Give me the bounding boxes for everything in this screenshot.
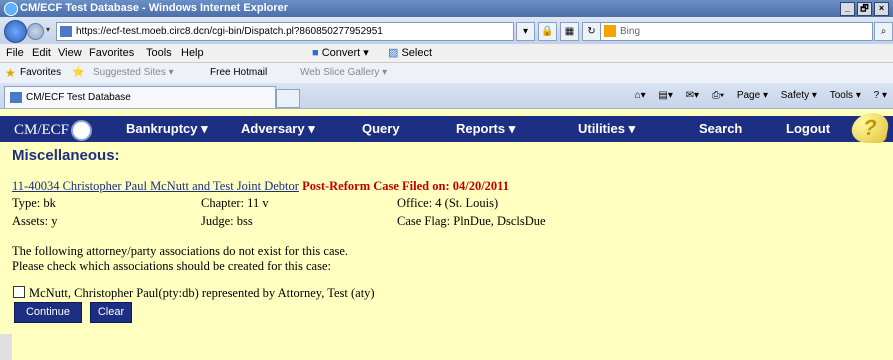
address-field[interactable]: https://ecf-test.moeb.circ8.dcn/cgi-bin/… xyxy=(56,22,514,41)
lock-icon[interactable]: 🔒 xyxy=(538,22,557,41)
history-dropdown-icon[interactable]: ▾ xyxy=(46,25,50,34)
menu-tools[interactable]: Tools xyxy=(146,44,172,62)
menu-search[interactable]: Search xyxy=(699,116,742,142)
home-icon[interactable]: ⌂▾ xyxy=(635,90,646,101)
site-favicon-icon xyxy=(60,26,72,37)
clear-button[interactable]: Clear xyxy=(90,302,132,323)
case-office: Office: 4 (St. Louis) xyxy=(397,196,499,210)
menu-logout[interactable]: Logout xyxy=(786,116,830,142)
menu-utilities[interactable]: Utilities ▾ xyxy=(578,116,635,142)
left-edge-strip xyxy=(0,334,12,360)
menu-favorites[interactable]: Favorites xyxy=(89,44,134,62)
select-icon: ▨ xyxy=(388,47,402,59)
menu-adversary[interactable]: Adversary ▾ xyxy=(241,116,315,142)
tab-title: CM/ECF Test Database xyxy=(26,92,131,103)
favorites-bar: ★ Favorites ⭐ Suggested Sites ▾ Free Hot… xyxy=(0,63,893,83)
case-number-link[interactable]: 11-40034 Christopher Paul McNutt and Tes… xyxy=(12,179,299,193)
tools-menu[interactable]: Tools ▾ xyxy=(830,90,861,101)
compatibility-icon[interactable]: ▦ xyxy=(560,22,579,41)
window-title-bar: CM/ECF Test Database - Windows Internet … xyxy=(0,0,893,17)
window-title: CM/ECF Test Database - Windows Internet … xyxy=(20,2,289,14)
suggested-sites-link[interactable]: Suggested Sites ▾ xyxy=(93,63,174,83)
association-checkbox[interactable] xyxy=(13,286,25,298)
continue-button[interactable]: Continue xyxy=(14,302,82,323)
search-field[interactable]: Bing xyxy=(600,22,873,41)
feeds-icon[interactable]: ▤▾ xyxy=(658,90,672,101)
maximize-button[interactable]: 🗗 xyxy=(857,2,872,16)
association-label: McNutt, Christopher Paul(pty:db) represe… xyxy=(29,286,375,300)
select-button[interactable]: ▨ Select xyxy=(388,44,432,62)
back-button[interactable] xyxy=(4,20,27,43)
menu-file[interactable]: File xyxy=(6,44,24,62)
menu-reports[interactable]: Reports ▾ xyxy=(456,116,515,142)
menu-bar: File Edit View Favorites Tools Help ■ Co… xyxy=(0,44,893,63)
tab-cmecf[interactable]: CM/ECF Test Database xyxy=(4,86,276,108)
message-line-1: The following attorney/party association… xyxy=(12,244,349,258)
association-row: McNutt, Christopher Paul(pty:db) represe… xyxy=(13,286,375,301)
tab-favicon-icon xyxy=(10,92,22,103)
bing-icon xyxy=(604,25,616,37)
case-assets: Assets: y xyxy=(12,214,58,228)
address-dropdown-icon[interactable]: ▾ xyxy=(516,22,535,41)
add-favorite-icon[interactable]: ⭐ xyxy=(72,63,84,83)
print-icon[interactable]: ⎙▾ xyxy=(712,90,724,101)
address-toolbar: ▾ https://ecf-test.moeb.circ8.dcn/cgi-bi… xyxy=(0,17,893,44)
case-status: Post-Reform Case Filed on: 04/20/2011 xyxy=(298,179,509,193)
ie-logo-icon xyxy=(4,2,18,16)
convert-label: Convert xyxy=(321,47,361,59)
message-line-2: Please check which associations should b… xyxy=(12,259,331,273)
court-seal-icon xyxy=(71,120,93,141)
new-tab-button[interactable] xyxy=(276,89,300,108)
page-menu[interactable]: Page ▾ xyxy=(737,90,768,101)
cmecf-logo[interactable]: CM/ECF xyxy=(14,120,93,141)
menu-query[interactable]: Query xyxy=(362,116,400,142)
case-type: Type: bk xyxy=(12,196,56,210)
menu-view[interactable]: View xyxy=(58,44,82,62)
command-bar: ⌂▾ ▤▾ ✉▾ ⎙▾ Page ▾ Safety ▾ Tools ▾ ? ▾ xyxy=(625,88,887,104)
favorites-star-icon[interactable]: ★ xyxy=(5,63,16,83)
cmecf-logo-text: CM/ECF xyxy=(14,121,70,138)
free-hotmail-link[interactable]: Free Hotmail xyxy=(210,63,267,83)
safety-menu[interactable]: Safety ▾ xyxy=(781,90,817,101)
search-placeholder: Bing xyxy=(620,26,641,37)
menu-edit[interactable]: Edit xyxy=(32,44,51,62)
menu-bankruptcy[interactable]: Bankruptcy ▾ xyxy=(126,116,208,142)
tab-bar: CM/ECF Test Database ⌂▾ ▤▾ ✉▾ ⎙▾ Page ▾ … xyxy=(0,83,893,109)
convert-icon: ■ xyxy=(312,47,322,59)
case-judge: Judge: bss xyxy=(201,214,253,228)
minimize-button[interactable]: _ xyxy=(840,2,855,16)
address-url: https://ecf-test.moeb.circ8.dcn/cgi-bin/… xyxy=(76,26,383,37)
favorites-button[interactable]: Favorites xyxy=(20,63,61,83)
menu-help[interactable]: Help xyxy=(181,44,204,62)
convert-button[interactable]: ■ Convert ▾ xyxy=(312,44,369,62)
select-label: Select xyxy=(401,47,433,59)
mail-icon[interactable]: ✉▾ xyxy=(686,90,699,101)
case-flag: Case Flag: PlnDue, DsclsDue xyxy=(397,214,546,228)
web-slice-gallery-link[interactable]: Web Slice Gallery ▾ xyxy=(300,63,387,83)
refresh-icon[interactable]: ↻ xyxy=(582,22,601,41)
help-menu[interactable]: ? ▾ xyxy=(874,90,887,101)
forward-button[interactable] xyxy=(27,23,44,40)
close-window-button[interactable]: × xyxy=(874,2,889,16)
case-chapter: Chapter: 11 v xyxy=(201,196,269,210)
page-title: Miscellaneous: xyxy=(12,147,120,164)
search-icon[interactable]: ⌕ xyxy=(874,22,893,41)
case-header: 11-40034 Christopher Paul McNutt and Tes… xyxy=(12,179,509,194)
ecf-menu-bar: CM/ECF Bankruptcy ▾ Adversary ▾ Query Re… xyxy=(0,116,893,142)
